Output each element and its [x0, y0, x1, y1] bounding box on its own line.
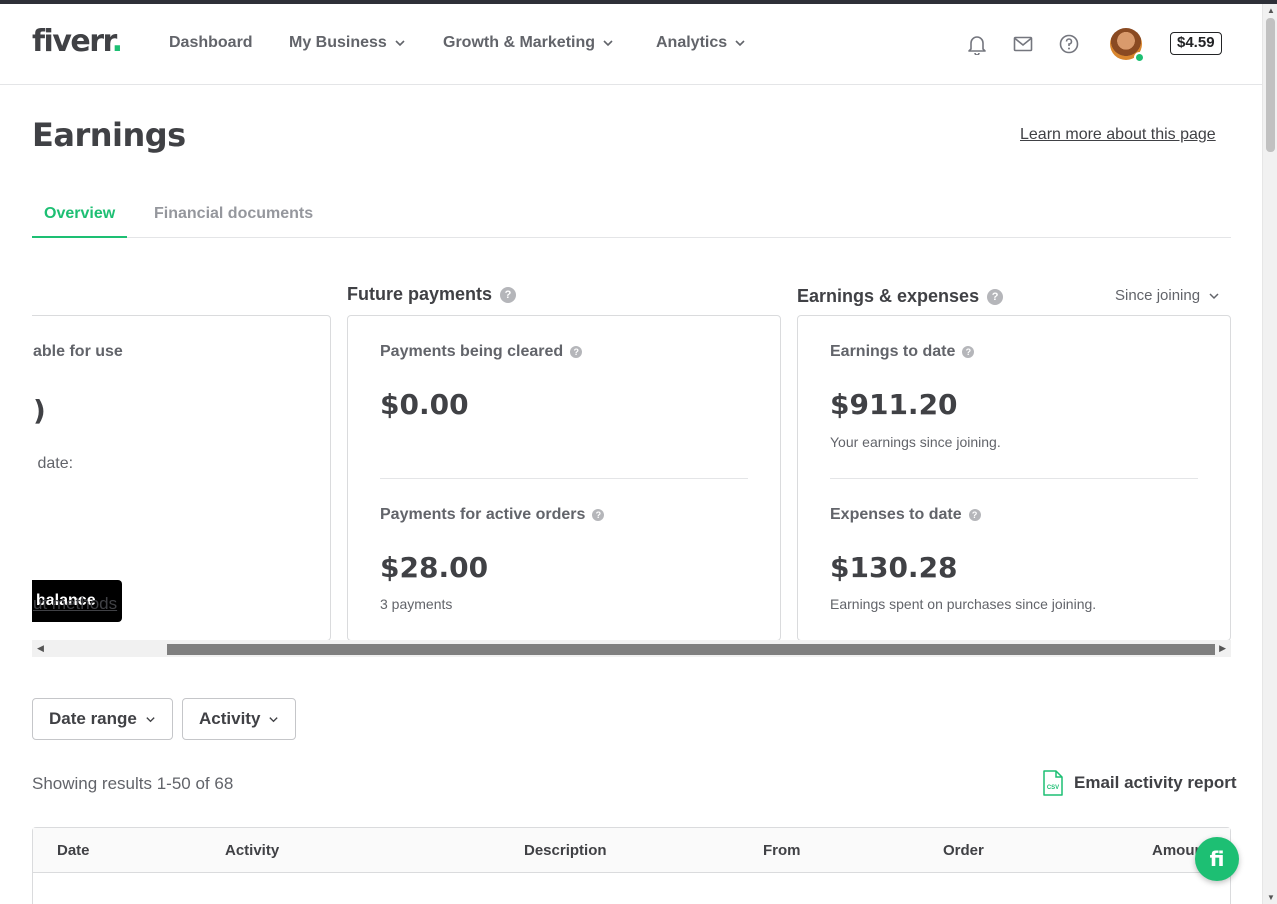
help-icon[interactable] — [1058, 33, 1080, 55]
chat-button[interactable]: fi — [1195, 837, 1239, 881]
fiverr-logo[interactable]: fiverr. — [32, 24, 123, 59]
mail-icon[interactable] — [1012, 33, 1034, 55]
table-header-row: Date Activity Description From Order Amo… — [33, 828, 1230, 873]
scroll-right-arrow-icon[interactable]: ▶ — [1219, 643, 1226, 654]
user-avatar[interactable] — [1110, 28, 1145, 63]
earnings-expenses-card: Earnings to date ? $911.20 Your earnings… — [797, 315, 1231, 641]
page-title: Earnings — [32, 116, 186, 154]
csv-file-icon: CSV — [1043, 770, 1063, 796]
vertical-scrollbar[interactable]: ▲ ▼ — [1262, 4, 1277, 904]
chevron-down-icon — [735, 40, 745, 47]
earnings-to-date-label: Earnings to date ? — [830, 343, 975, 361]
info-icon[interactable]: ? — [968, 509, 981, 521]
summary-cards-viewport: able for use ) ​ date: balance ut method… — [32, 270, 1231, 658]
header-balance[interactable]: $4.59 — [1170, 32, 1222, 55]
info-icon[interactable]: ? — [570, 346, 583, 358]
future-payments-card: Payments being cleared ? $0.00 Payments … — [347, 315, 781, 641]
earnings-to-date-sub: Your earnings since joining. — [830, 434, 1001, 450]
date-range-filter[interactable]: Date range — [32, 698, 173, 740]
card-divider — [830, 478, 1198, 479]
scroll-left-arrow-icon[interactable]: ◀ — [37, 643, 44, 654]
site-header: fiverr. Dashboard My Business Growth & M… — [0, 4, 1262, 85]
card-divider — [380, 478, 748, 479]
payments-active-label: Payments for active orders ? — [380, 506, 605, 524]
chevron-down-icon — [1209, 292, 1219, 299]
column-header-order[interactable]: Order — [943, 842, 984, 859]
column-header-activity[interactable]: Activity — [225, 842, 279, 859]
earnings-expenses-title: Earnings & expenses ? — [797, 286, 1004, 307]
tab-overview[interactable]: Overview — [31, 205, 128, 238]
scroll-up-arrow-icon[interactable]: ▲ — [1267, 6, 1275, 15]
available-label: able for use — [33, 343, 123, 360]
nav-dashboard[interactable]: Dashboard — [169, 34, 253, 52]
available-sub: ​ date: — [33, 455, 74, 472]
scroll-down-arrow-icon[interactable]: ▼ — [1267, 893, 1275, 902]
future-payments-title: Future payments ? — [347, 284, 517, 305]
csv-label: CSV — [1047, 785, 1059, 791]
chevron-down-icon — [269, 716, 279, 722]
learn-more-link[interactable]: Learn more about this page — [1020, 126, 1216, 144]
payments-active-amount: $28.00 — [380, 551, 489, 584]
info-icon[interactable]: ? — [987, 288, 1004, 305]
online-status-dot — [1134, 52, 1145, 63]
activity-filter[interactable]: Activity — [182, 698, 297, 740]
chevron-down-icon — [146, 716, 155, 722]
horizontal-scroll-thumb[interactable] — [167, 644, 1215, 655]
payments-cleared-amount: $0.00 — [380, 388, 469, 421]
nav-analytics[interactable]: Analytics — [656, 34, 747, 52]
payments-cleared-label: Payments being cleared ? — [380, 343, 583, 361]
chevron-down-icon — [395, 40, 405, 47]
cards-horizontal-scrollbar[interactable]: ◀ ▶ — [32, 640, 1231, 657]
column-header-description[interactable]: Description — [524, 842, 607, 859]
bell-icon[interactable] — [966, 33, 988, 55]
nav-my-business[interactable]: My Business — [289, 34, 407, 52]
expenses-to-date-amount: $130.28 — [830, 551, 958, 584]
payments-active-sub: 3 payments — [380, 596, 453, 612]
info-icon[interactable]: ? — [500, 286, 517, 303]
tab-financial-documents[interactable]: Financial documents — [154, 205, 313, 223]
email-activity-report-button[interactable]: CSV Email activity report — [1042, 770, 1237, 796]
expenses-to-date-label: Expenses to date ? — [830, 506, 981, 524]
earnings-tabs: Overview Financial documents — [31, 196, 1231, 238]
earnings-to-date-amount: $911.20 — [830, 388, 958, 421]
results-count: Showing results 1-50 of 68 — [32, 774, 234, 793]
column-header-date[interactable]: Date — [57, 842, 90, 859]
available-amount: ) — [33, 394, 46, 427]
vertical-scroll-thumb[interactable] — [1266, 18, 1275, 152]
chevron-down-icon — [603, 40, 613, 47]
activity-table: Date Activity Description From Order Amo… — [32, 827, 1231, 904]
expenses-to-date-sub: Earnings spent on purchases since joinin… — [830, 596, 1097, 612]
info-icon[interactable]: ? — [962, 346, 975, 358]
manage-payout-methods-link[interactable]: ut methods — [33, 594, 117, 614]
available-funds-card: able for use ) ​ date: balance ut method… — [32, 315, 331, 641]
info-icon[interactable]: ? — [592, 509, 605, 521]
period-select[interactable]: Since joining — [1115, 287, 1220, 304]
column-header-from[interactable]: From — [763, 842, 801, 859]
nav-growth-marketing[interactable]: Growth & Marketing — [443, 34, 615, 52]
